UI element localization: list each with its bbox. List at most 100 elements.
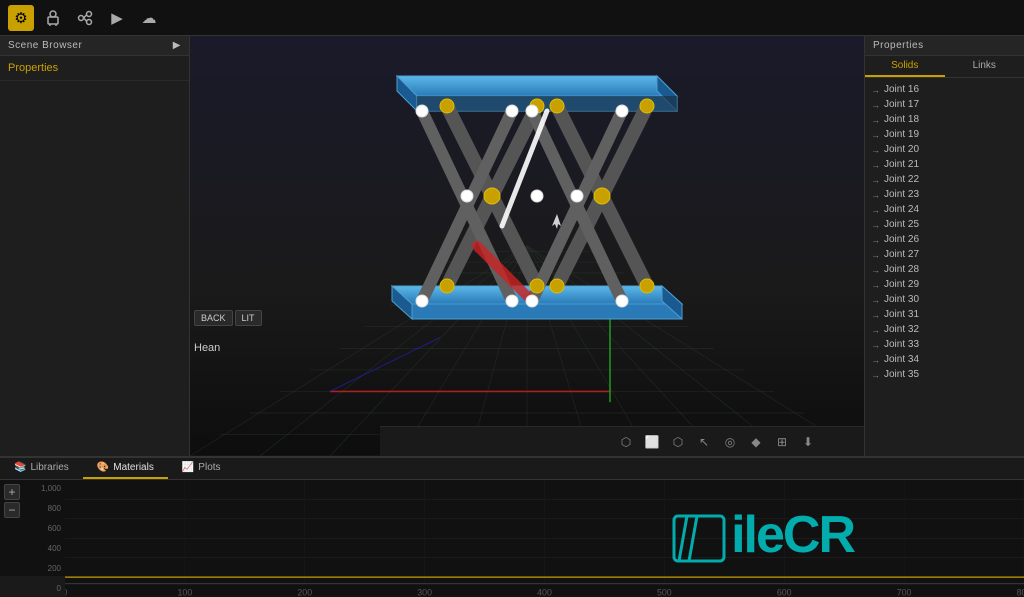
svg-text:400: 400 — [537, 587, 552, 596]
settings-icon[interactable]: ⚙ — [8, 5, 34, 31]
joint-item[interactable]: →Joint 29 — [865, 277, 1024, 292]
left-properties-label: Properties — [0, 56, 189, 81]
camera-vp-icon[interactable]: ◎ — [719, 431, 741, 453]
main-layout: Scene Browser ▶ Properties — [0, 36, 1024, 456]
joint-item[interactable]: →Joint 33 — [865, 337, 1024, 352]
tab-materials[interactable]: 🎨 Materials — [83, 458, 168, 479]
joint-arrow-icon: → — [871, 85, 880, 95]
joint-item[interactable]: →Joint 17 — [865, 97, 1024, 112]
chart-svg: 0 100 200 300 400 500 600 700 800 — [65, 480, 1024, 597]
joint-arrow-icon: → — [871, 355, 880, 365]
svg-text:800: 800 — [1017, 587, 1024, 596]
zoom-in-button[interactable]: + — [4, 484, 20, 500]
lift-svg — [337, 46, 717, 346]
play-icon[interactable]: ▶ — [104, 5, 130, 31]
y-label-600: 600 — [22, 524, 61, 533]
svg-text:700: 700 — [897, 587, 912, 596]
y-label-800: 800 — [22, 504, 61, 513]
tab-plots[interactable]: 📈 Plots — [168, 458, 235, 479]
joint-item[interactable]: →Joint 25 — [865, 217, 1024, 232]
joint-arrow-icon: → — [871, 205, 880, 215]
joint-item[interactable]: →Joint 21 — [865, 157, 1024, 172]
left-panel: Scene Browser ▶ Properties — [0, 36, 190, 456]
joint-arrow-icon: → — [871, 190, 880, 200]
joint-item[interactable]: →Joint 24 — [865, 202, 1024, 217]
joint-item[interactable]: →Joint 23 — [865, 187, 1024, 202]
lit-button[interactable]: LIT — [235, 310, 262, 326]
chart-area[interactable]: 0 100 200 300 400 500 600 700 800 — [65, 480, 1024, 597]
joint-item[interactable]: →Joint 26 — [865, 232, 1024, 247]
back-button-area: BACK LIT — [194, 310, 262, 326]
frame-vp-icon[interactable]: ⬜ — [641, 431, 663, 453]
scene-browser-arrow[interactable]: ▶ — [173, 40, 181, 51]
joints-list: →Joint 16→Joint 17→Joint 18→Joint 19→Joi… — [865, 78, 1024, 444]
right-tabs: Solids Links — [865, 56, 1024, 78]
zoom-out-button[interactable]: − — [4, 502, 20, 518]
diamond-vp-icon[interactable]: ◆ — [745, 431, 767, 453]
joint-arrow-icon: → — [871, 370, 880, 380]
joint-item[interactable]: →Joint 34 — [865, 352, 1024, 367]
libraries-icon: 📚 — [14, 462, 26, 473]
select-vp-icon[interactable]: ⬡ — [615, 431, 637, 453]
y-label-0: 0 — [22, 584, 61, 593]
joint-item[interactable]: →Joint 18 — [865, 112, 1024, 127]
joint-arrow-icon: → — [871, 160, 880, 170]
svg-text:500: 500 — [657, 587, 672, 596]
joint-arrow-icon: → — [871, 115, 880, 125]
grid-vp-icon[interactable]: ⊞ — [771, 431, 793, 453]
tab-libraries[interactable]: 📚 Libraries — [0, 458, 83, 479]
joint-arrow-icon: → — [871, 310, 880, 320]
joint-item[interactable]: →Joint 32 — [865, 322, 1024, 337]
joint-item[interactable]: →Joint 16 — [865, 82, 1024, 97]
scene-browser-header: Scene Browser ▶ — [0, 36, 189, 56]
joint-arrow-icon: → — [871, 100, 880, 110]
solid-vp-icon[interactable]: ⬡ — [667, 431, 689, 453]
hean-label: Hean — [190, 340, 224, 356]
joint-arrow-icon: → — [871, 130, 880, 140]
joint-arrow-icon: → — [871, 250, 880, 260]
gear-network-icon[interactable] — [72, 5, 98, 31]
y-label-1000: 1,000 — [22, 484, 61, 493]
joint-arrow-icon: → — [871, 295, 880, 305]
joint-item[interactable]: →Joint 27 — [865, 247, 1024, 262]
y-axis-labels: 1,000 800 600 400 200 0 — [20, 480, 65, 597]
joint-item[interactable]: →Joint 31 — [865, 307, 1024, 322]
robot-icon[interactable] — [40, 5, 66, 31]
joint-item[interactable]: →Joint 20 — [865, 142, 1024, 157]
joint-arrow-icon: → — [871, 265, 880, 275]
joint-arrow-icon: → — [871, 145, 880, 155]
svg-text:200: 200 — [297, 587, 312, 596]
back-button[interactable]: BACK — [194, 310, 233, 326]
plots-icon: 📈 — [182, 462, 194, 473]
cursor-vp-icon[interactable]: ↖ — [693, 431, 715, 453]
joint-arrow-icon: → — [871, 175, 880, 185]
joint-item[interactable]: →Joint 22 — [865, 172, 1024, 187]
viewport[interactable]: BACK LIT Hean ⬡ ⬜ ⬡ ↖ ◎ ◆ ⊞ ⬇ — [190, 36, 864, 456]
cloud-icon[interactable]: ☁ — [136, 5, 162, 31]
y-label-400: 400 — [22, 544, 61, 553]
bottom-panel: 📚 Libraries 🎨 Materials 📈 Plots + − 1,00… — [0, 456, 1024, 576]
bottom-tabs: 📚 Libraries 🎨 Materials 📈 Plots — [0, 458, 1024, 480]
top-toolbar: ⚙ ▶ ☁ — [0, 0, 1024, 36]
materials-label: Materials — [113, 462, 154, 473]
joint-item[interactable]: →Joint 19 — [865, 127, 1024, 142]
scene-browser-title: Scene Browser — [8, 40, 82, 51]
plots-label: Plots — [198, 462, 220, 473]
zoom-buttons: + − — [4, 484, 20, 597]
joint-item[interactable]: →Joint 35 — [865, 367, 1024, 382]
svg-text:100: 100 — [178, 587, 193, 596]
right-panel-header: Properties — [865, 36, 1024, 56]
joint-arrow-icon: → — [871, 340, 880, 350]
joint-arrow-icon: → — [871, 325, 880, 335]
tab-solids[interactable]: Solids — [865, 56, 945, 77]
joint-arrow-icon: → — [871, 220, 880, 230]
svg-text:300: 300 — [417, 587, 432, 596]
viewport-toolbar: ⬡ ⬜ ⬡ ↖ ◎ ◆ ⊞ ⬇ — [380, 426, 864, 456]
svg-text:0: 0 — [65, 587, 67, 596]
right-panel: Properties Solids Links →Joint 16→Joint … — [864, 36, 1024, 456]
materials-icon: 🎨 — [97, 462, 109, 473]
joint-item[interactable]: →Joint 30 — [865, 292, 1024, 307]
joint-item[interactable]: →Joint 28 — [865, 262, 1024, 277]
download-vp-icon[interactable]: ⬇ — [797, 431, 819, 453]
tab-links[interactable]: Links — [945, 56, 1024, 77]
